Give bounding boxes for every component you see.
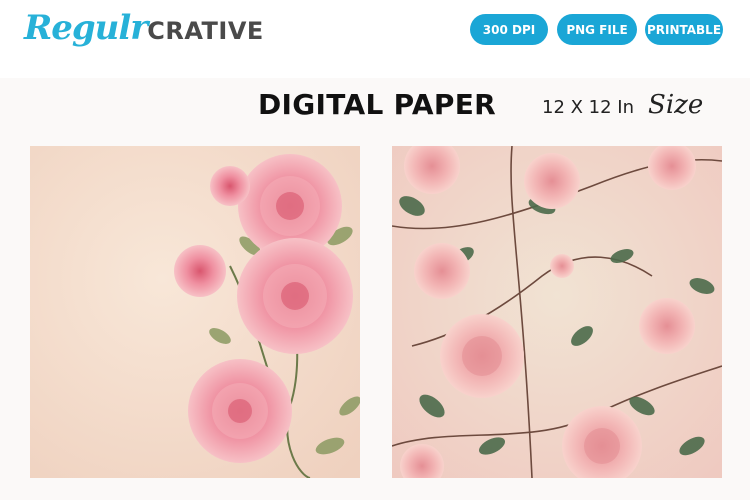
brand-script: Regulr [24, 8, 148, 48]
paper-left-image [30, 146, 360, 478]
header-bar: Regulr CRATIVE 300 DPI PNG FILE PRINTABL… [0, 0, 750, 78]
paper-right-image [392, 146, 722, 478]
badge-printable: PRINTABLE [645, 14, 723, 45]
size-text: 12 X 12 In [542, 97, 635, 118]
brand-block: CRATIVE [147, 17, 264, 45]
badge-dpi: 300 DPI [470, 14, 548, 45]
size-info: 12 X 12 In Size [542, 90, 703, 120]
brand-logo: Regulr CRATIVE [24, 8, 264, 58]
size-script: Size [648, 90, 704, 120]
badge-png: PNG FILE [557, 14, 637, 45]
page-title: DIGITAL PAPER [258, 88, 496, 121]
